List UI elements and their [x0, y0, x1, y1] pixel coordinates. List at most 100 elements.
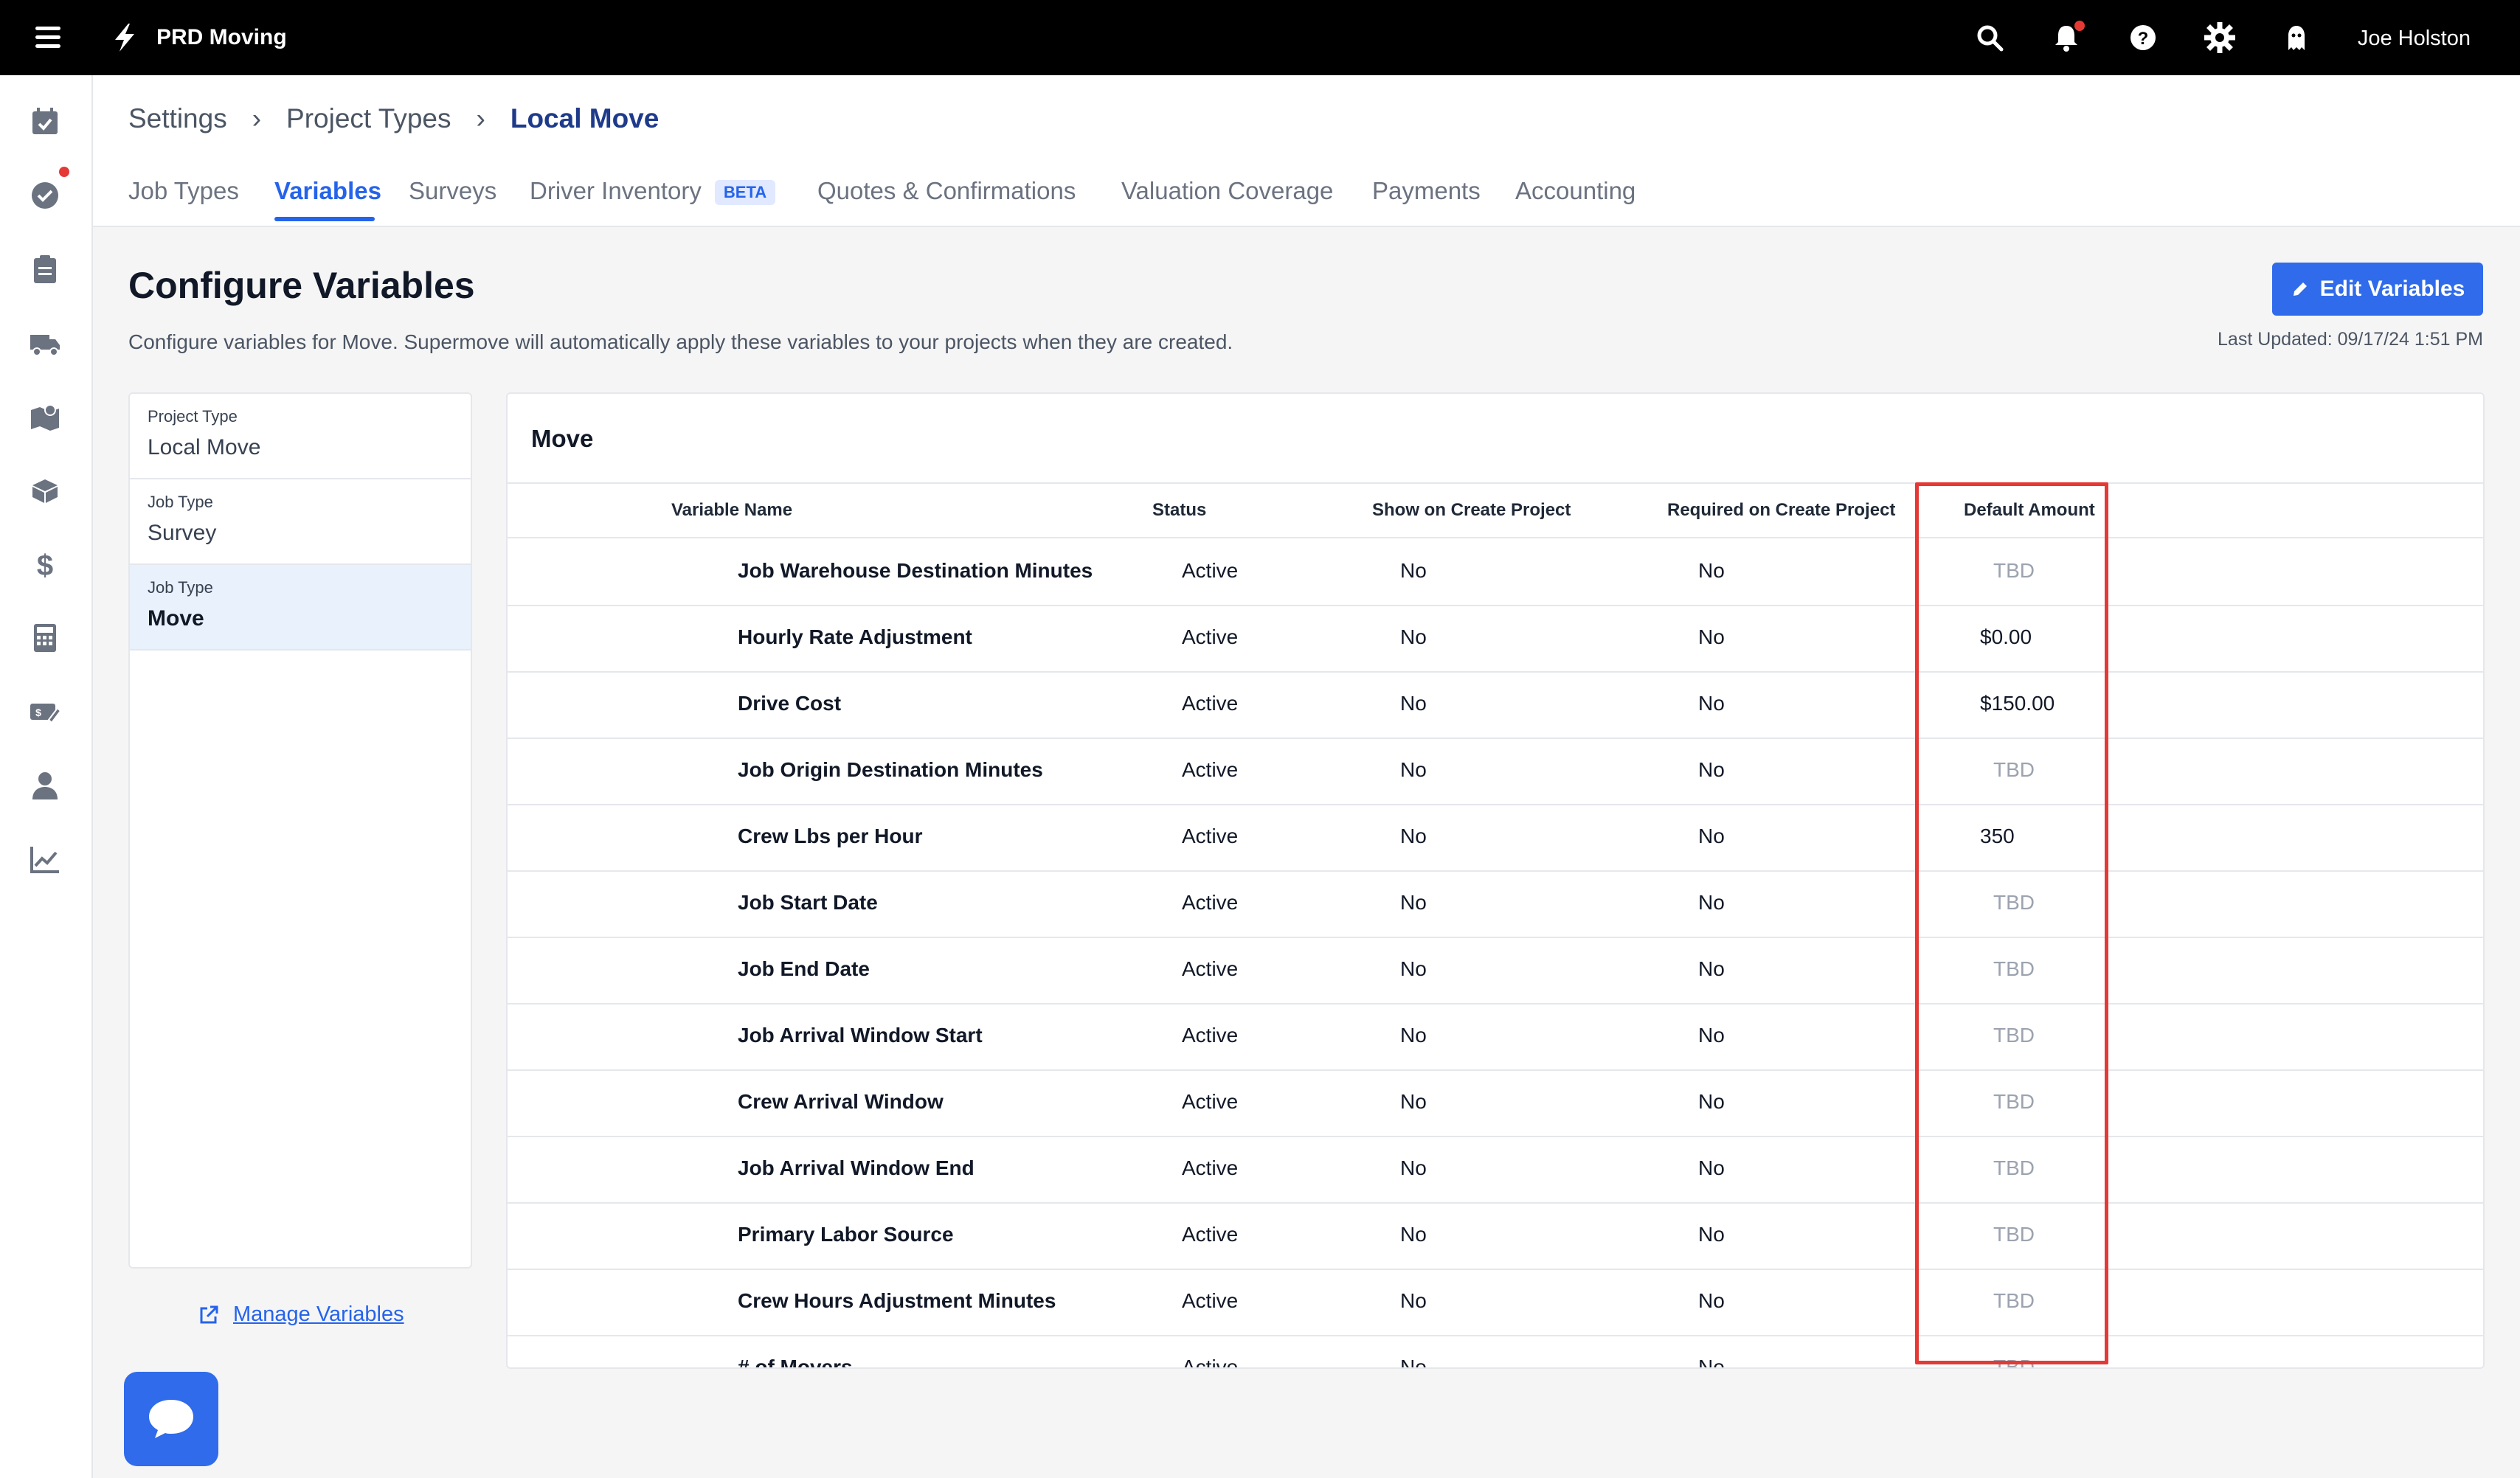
- tab-variables[interactable]: Variables: [274, 177, 381, 205]
- required-on-create-cell: No: [1698, 1156, 1725, 1179]
- table-row[interactable]: Job Arrival Window End Active No No TBD: [508, 1136, 2483, 1204]
- table-row[interactable]: Crew Hours Adjustment Minutes Active No No T…: [508, 1269, 2483, 1336]
- table-row[interactable]: Job End Date Active No No TBD: [508, 937, 2483, 1005]
- variable-name-cell: Job Arrival Window Start: [738, 1024, 983, 1047]
- clipboard-icon[interactable]: [28, 252, 62, 286]
- chat-button[interactable]: [124, 1372, 218, 1466]
- breadcrumb-settings[interactable]: Settings: [128, 103, 227, 133]
- tab-driver-inventory[interactable]: Driver Inventory BETA: [530, 177, 776, 206]
- tab-accounting[interactable]: Accounting: [1515, 177, 1635, 205]
- selector-item-project-type[interactable]: Project Type Local Move: [130, 394, 471, 479]
- variable-name-cell: Job End Date: [738, 957, 870, 980]
- search-icon[interactable]: [1974, 22, 2005, 53]
- external-link-icon: [200, 1305, 218, 1323]
- table-row[interactable]: Hourly Rate Adjustment Active No No $0.00: [508, 605, 2483, 673]
- required-on-create-cell: No: [1698, 1289, 1725, 1312]
- sidebar-notification-dot: [59, 167, 69, 177]
- breadcrumb-separator: ›: [476, 103, 485, 133]
- variable-name-cell: Primary Labor Source: [738, 1223, 954, 1246]
- status-cell: Active: [1182, 1356, 1239, 1369]
- chart-icon[interactable]: [28, 842, 62, 876]
- tab-job-types[interactable]: Job Types: [128, 177, 239, 205]
- tab-valuation-coverage[interactable]: Valuation Coverage: [1121, 177, 1333, 205]
- variable-name-cell: Job Warehouse Destination Minutes: [738, 559, 1093, 582]
- gear-icon[interactable]: [2204, 22, 2235, 53]
- user-name[interactable]: Joe Holston: [2358, 27, 2471, 51]
- manage-variables-label: Manage Variables: [233, 1302, 404, 1326]
- show-on-create-cell: No: [1400, 1356, 1427, 1369]
- breadcrumb-separator: ›: [252, 103, 262, 133]
- selector-item-caption: Job Type: [148, 578, 213, 597]
- show-on-create-cell: No: [1400, 1289, 1427, 1312]
- edit-variables-button[interactable]: Edit Variables: [2272, 263, 2483, 316]
- map-icon[interactable]: [28, 400, 62, 434]
- show-on-create-cell: No: [1400, 1024, 1427, 1047]
- status-cell: Active: [1182, 891, 1239, 914]
- table-row[interactable]: Job Arrival Window Start Active No No TBD: [508, 1003, 2483, 1071]
- tab-payments[interactable]: Payments: [1372, 177, 1481, 205]
- required-on-create-cell: No: [1698, 957, 1725, 980]
- required-on-create-cell: No: [1698, 1223, 1725, 1246]
- svg-text:$: $: [37, 549, 53, 581]
- breadcrumb-current: Local Move: [510, 103, 660, 133]
- selector-item-value: Move: [148, 606, 204, 631]
- table-header: Variable Name Status Show on Create Proj…: [508, 482, 2483, 538]
- table-row[interactable]: Drive Cost Active No No $150.00: [508, 671, 2483, 739]
- logo-icon: [115, 24, 134, 52]
- show-on-create-cell: No: [1400, 1223, 1427, 1246]
- show-on-create-cell: No: [1400, 957, 1427, 980]
- tab-quotes-confirmations[interactable]: Quotes & Confirmations: [817, 177, 1076, 205]
- variable-name-cell: Crew Lbs per Hour: [738, 825, 923, 847]
- show-on-create-cell: No: [1400, 1156, 1427, 1179]
- table-title: Move: [531, 425, 594, 452]
- variable-name-cell: Hourly Rate Adjustment: [738, 625, 972, 648]
- menu-icon[interactable]: [35, 27, 60, 49]
- table-row[interactable]: Job Origin Destination Minutes Active No No…: [508, 738, 2483, 805]
- required-on-create-cell: No: [1698, 758, 1725, 781]
- beta-badge: BETA: [714, 180, 776, 206]
- status-cell: Active: [1182, 1223, 1239, 1246]
- money-tag-icon[interactable]: $: [28, 695, 62, 729]
- edit-variables-label: Edit Variables: [2319, 277, 2465, 301]
- notification-dot: [2074, 21, 2085, 31]
- table-row[interactable]: Job Warehouse Destination Minutes Active N…: [508, 538, 2483, 606]
- selector-item-caption: Job Type: [148, 493, 213, 511]
- selector-item-move[interactable]: Job Type Move: [130, 565, 471, 650]
- status-cell: Active: [1182, 1156, 1239, 1179]
- table-row[interactable]: Primary Labor Source Active No No TBD: [508, 1202, 2483, 1270]
- selector-item-survey[interactable]: Job Type Survey: [130, 479, 471, 565]
- dollar-icon[interactable]: $: [28, 547, 62, 581]
- variable-name-cell: Crew Hours Adjustment Minutes: [738, 1289, 1056, 1312]
- brand-name: PRD Moving: [156, 25, 287, 49]
- truck-icon[interactable]: [28, 326, 62, 360]
- show-on-create-cell: No: [1400, 891, 1427, 914]
- person-icon[interactable]: [28, 769, 62, 802]
- sidebar: $ $: [0, 75, 93, 1478]
- variable-name-cell: Crew Arrival Window: [738, 1090, 944, 1113]
- required-on-create-cell: No: [1698, 891, 1725, 914]
- manage-variables-link[interactable]: Manage Variables: [198, 1302, 404, 1327]
- status-cell: Active: [1182, 1289, 1239, 1312]
- show-on-create-cell: No: [1400, 758, 1427, 781]
- job-type-selector: Project Type Local Move Job Type Survey …: [128, 392, 472, 1269]
- table-row[interactable]: # of Movers Active No No TBD: [508, 1335, 2483, 1369]
- status-cell: Active: [1182, 758, 1239, 781]
- table-row[interactable]: Crew Lbs per Hour Active No No 350: [508, 804, 2483, 872]
- calculator-icon[interactable]: [28, 621, 62, 655]
- tab-surveys[interactable]: Surveys: [409, 177, 496, 205]
- help-icon[interactable]: ?: [2128, 22, 2159, 53]
- variable-name-cell: Job Start Date: [738, 891, 878, 914]
- check-circle-icon[interactable]: [28, 178, 62, 212]
- variable-name-cell: Drive Cost: [738, 692, 842, 715]
- table-row[interactable]: Job Start Date Active No No TBD: [508, 870, 2483, 938]
- required-on-create-cell: No: [1698, 625, 1725, 648]
- calendar-check-icon[interactable]: [28, 105, 62, 139]
- selector-item-value: Local Move: [148, 435, 261, 459]
- ghost-icon[interactable]: [2281, 22, 2312, 53]
- svg-text:$: $: [35, 707, 41, 718]
- table-row[interactable]: Crew Arrival Window Active No No TBD: [508, 1069, 2483, 1137]
- variables-table-card: Move Variable Name Status Show on Create…: [506, 392, 2485, 1369]
- box-icon[interactable]: [28, 473, 62, 507]
- breadcrumb-project-types[interactable]: Project Types: [286, 103, 451, 133]
- required-on-create-cell: No: [1698, 1356, 1725, 1369]
